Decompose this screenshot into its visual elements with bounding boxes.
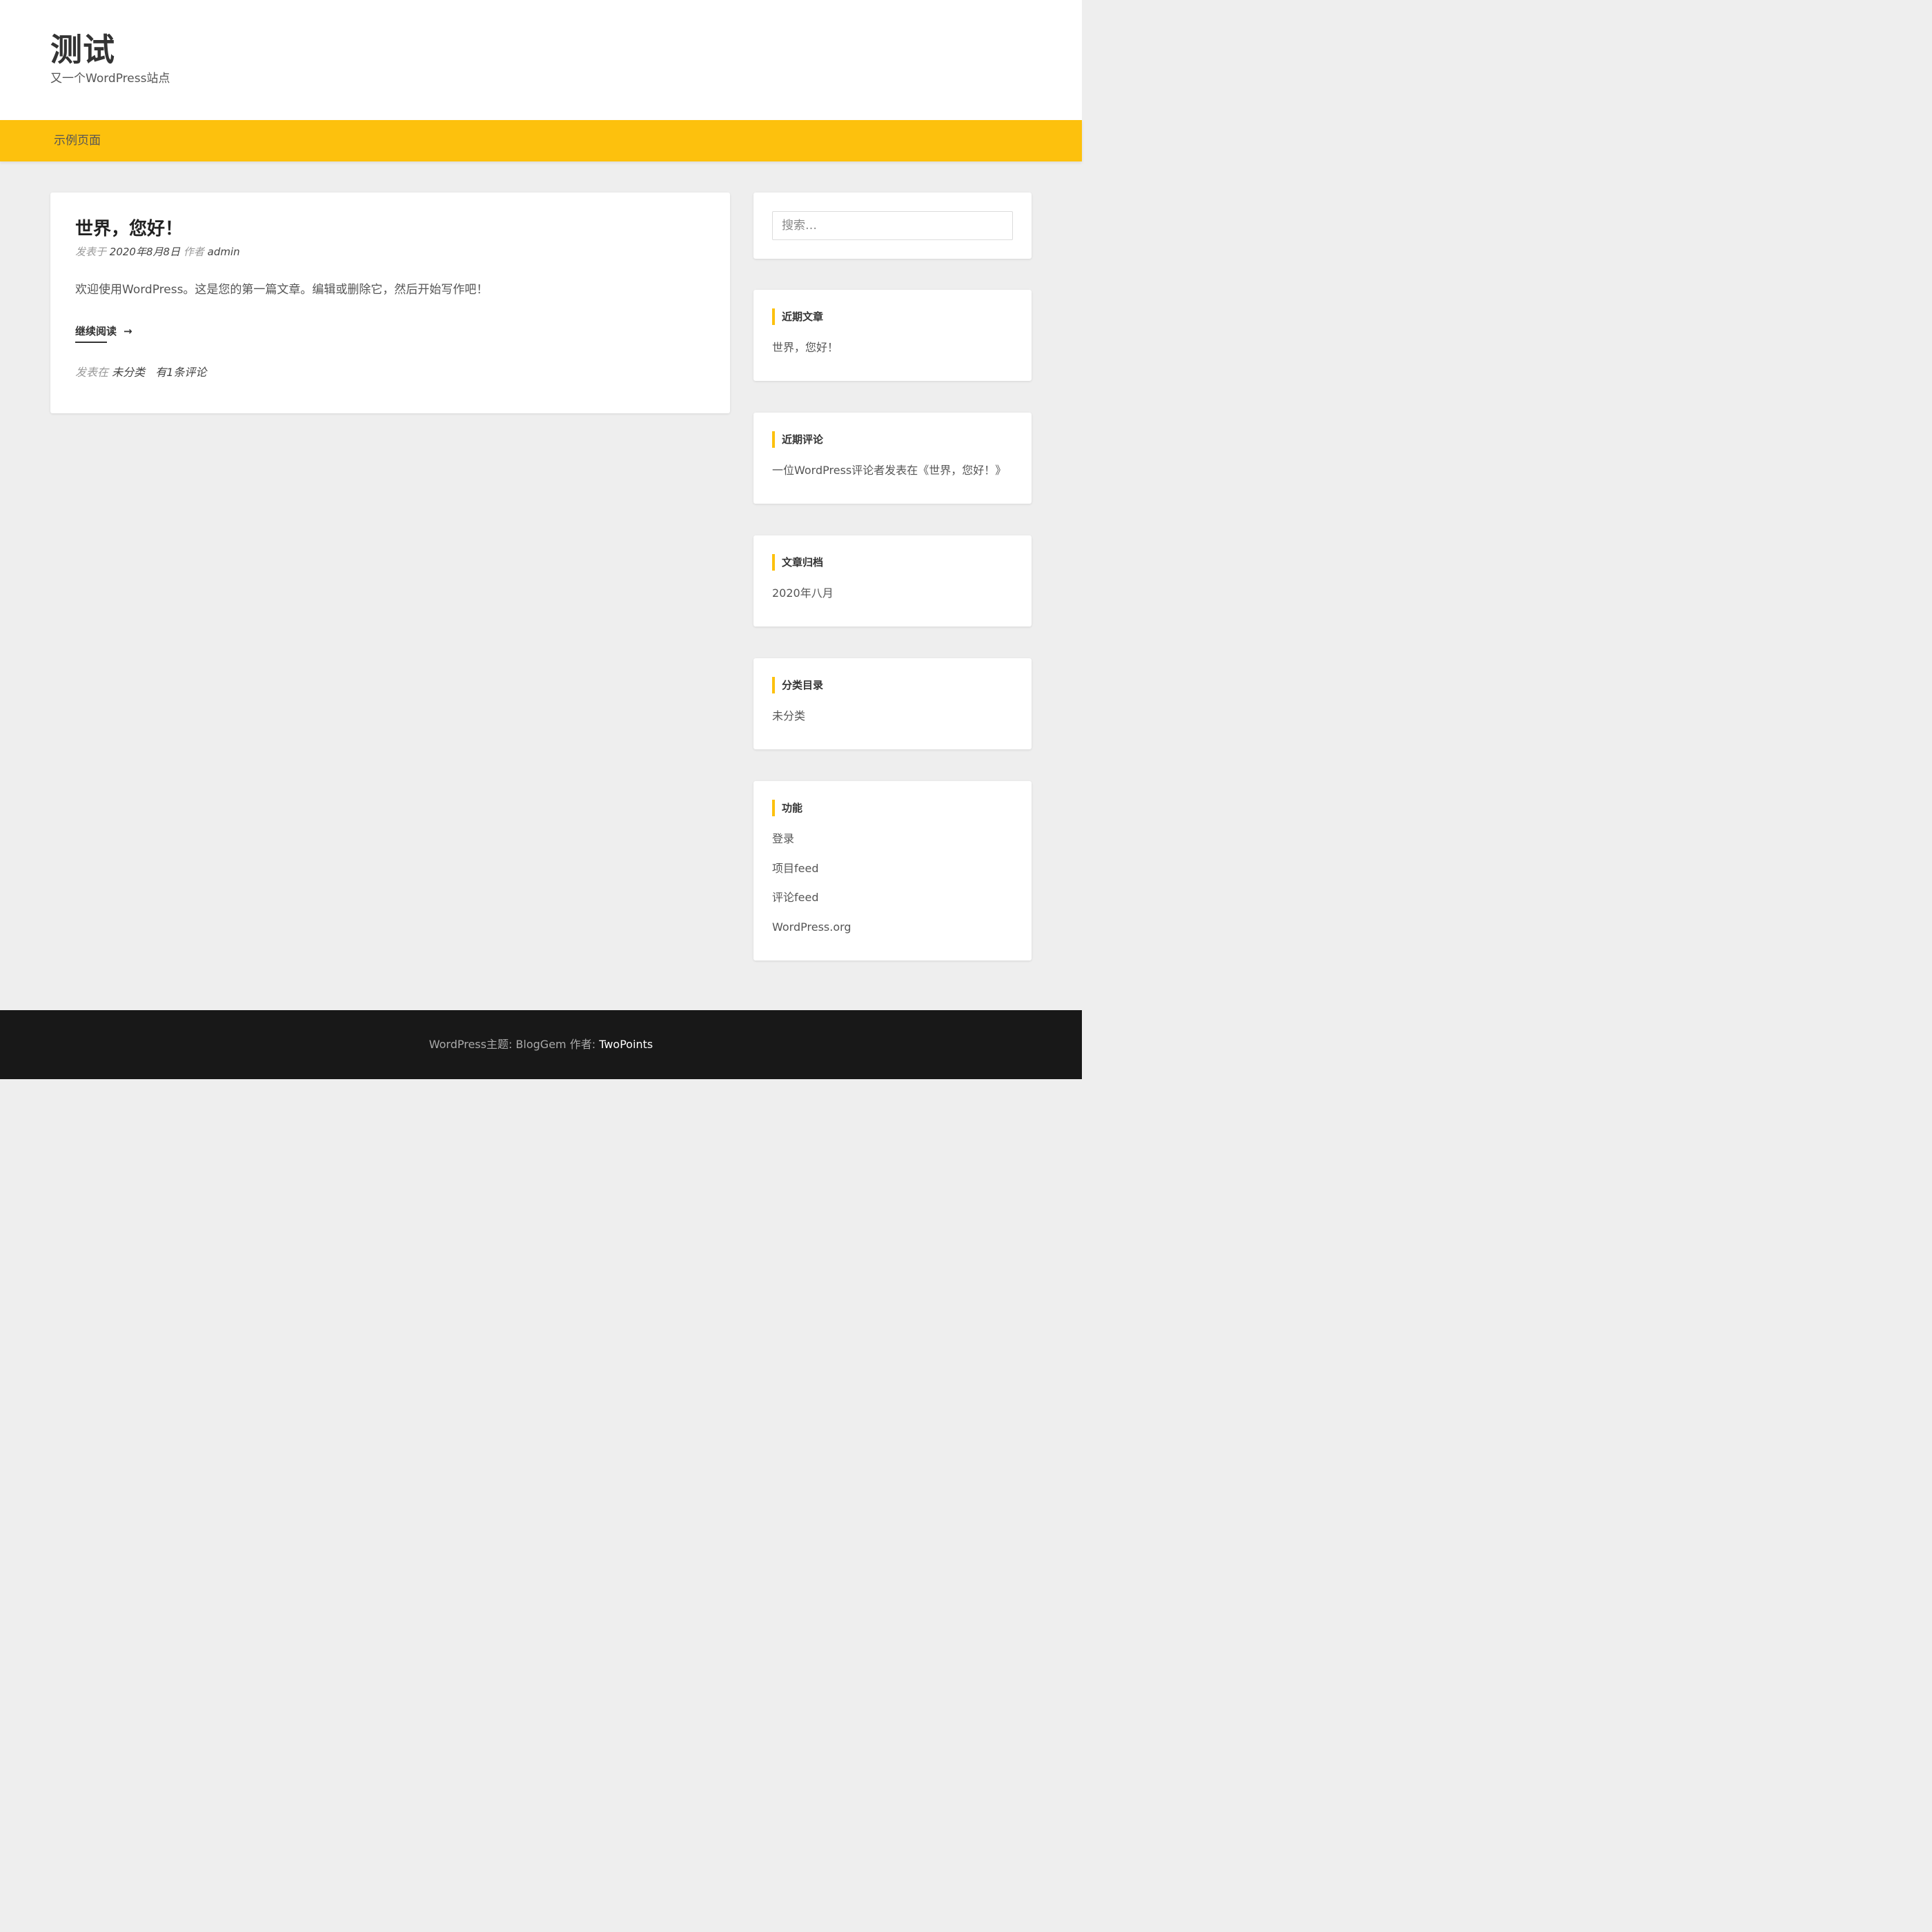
site-header: 测试 又一个WordPress站点: [0, 0, 1082, 120]
meta-link-comments-feed[interactable]: 评论feed: [772, 889, 818, 906]
post-footer: 发表在 未分类 有1条评论: [75, 365, 206, 380]
recent-comment-link[interactable]: 一位WordPress评论者发表在《世界，您好！》: [772, 462, 1006, 479]
comments-link[interactable]: 有1条评论: [155, 366, 206, 379]
post-card: 世界，您好！ 发表于 2020年8月8日 作者 admin 欢迎使用WordPr…: [50, 193, 730, 413]
meta-link-entries-feed[interactable]: 项目feed: [772, 860, 818, 877]
read-more-underline: [75, 342, 107, 343]
post-meta: 发表于 2020年8月8日 作者 admin: [75, 244, 240, 259]
widget-title-meta: 功能: [772, 800, 802, 816]
footer-theme-author-link[interactable]: TwoPoints: [599, 1038, 653, 1051]
read-more-label: 继续阅读: [75, 325, 117, 337]
author-label: 作者: [183, 246, 204, 258]
meta-widget: 功能 登录 项目feed 评论feed WordPress.org: [753, 781, 1032, 960]
category-item-link[interactable]: 未分类: [772, 708, 805, 724]
nav-item-sample-page[interactable]: 示例页面: [54, 132, 101, 149]
widget-title-recent-posts: 近期文章: [772, 308, 823, 325]
widget-title-categories: 分类目录: [772, 677, 823, 693]
recent-comments-widget: 近期评论 一位WordPress评论者发表在《世界，您好！》: [753, 413, 1032, 504]
archives-widget: 文章归档 2020年八月: [753, 535, 1032, 627]
category-link[interactable]: 未分类: [112, 366, 145, 379]
categories-widget: 分类目录 未分类: [753, 658, 1032, 749]
post-author-link[interactable]: admin: [208, 246, 240, 258]
footer-theme-label: WordPress主题: BlogGem 作者:: [428, 1038, 600, 1051]
search-input[interactable]: [772, 211, 1013, 240]
site-description: 又一个WordPress站点: [50, 72, 170, 86]
widget-title-recent-comments: 近期评论: [772, 431, 823, 448]
recent-posts-widget: 近期文章 世界，您好！: [753, 290, 1032, 381]
site-footer: WordPress主题: BlogGem 作者: TwoPoints: [0, 1010, 1082, 1079]
widget-title-archives: 文章归档: [772, 554, 823, 571]
footer-credits: WordPress主题: BlogGem 作者: TwoPoints: [0, 1036, 1082, 1053]
archive-link[interactable]: 2020年八月: [772, 585, 834, 602]
site-title[interactable]: 测试: [50, 29, 115, 70]
arrow-right-icon: →: [124, 325, 132, 337]
meta-link-wordpress-org[interactable]: WordPress.org: [772, 919, 851, 936]
main-navigation: 示例页面: [0, 120, 1082, 161]
post-excerpt: 欢迎使用WordPress。这是您的第一篇文章。编辑或删除它，然后开始写作吧！: [75, 283, 489, 297]
posted-in-label: 发表在: [75, 366, 109, 379]
meta-link-login[interactable]: 登录: [772, 831, 794, 847]
posted-on-label: 发表于: [75, 246, 107, 258]
search-widget: [753, 193, 1032, 259]
read-more-link[interactable]: 继续阅读 →: [75, 324, 132, 343]
recent-post-link[interactable]: 世界，您好！: [772, 339, 838, 356]
post-date-link[interactable]: 2020年8月8日: [110, 246, 180, 258]
post-title[interactable]: 世界，您好！: [75, 217, 183, 241]
